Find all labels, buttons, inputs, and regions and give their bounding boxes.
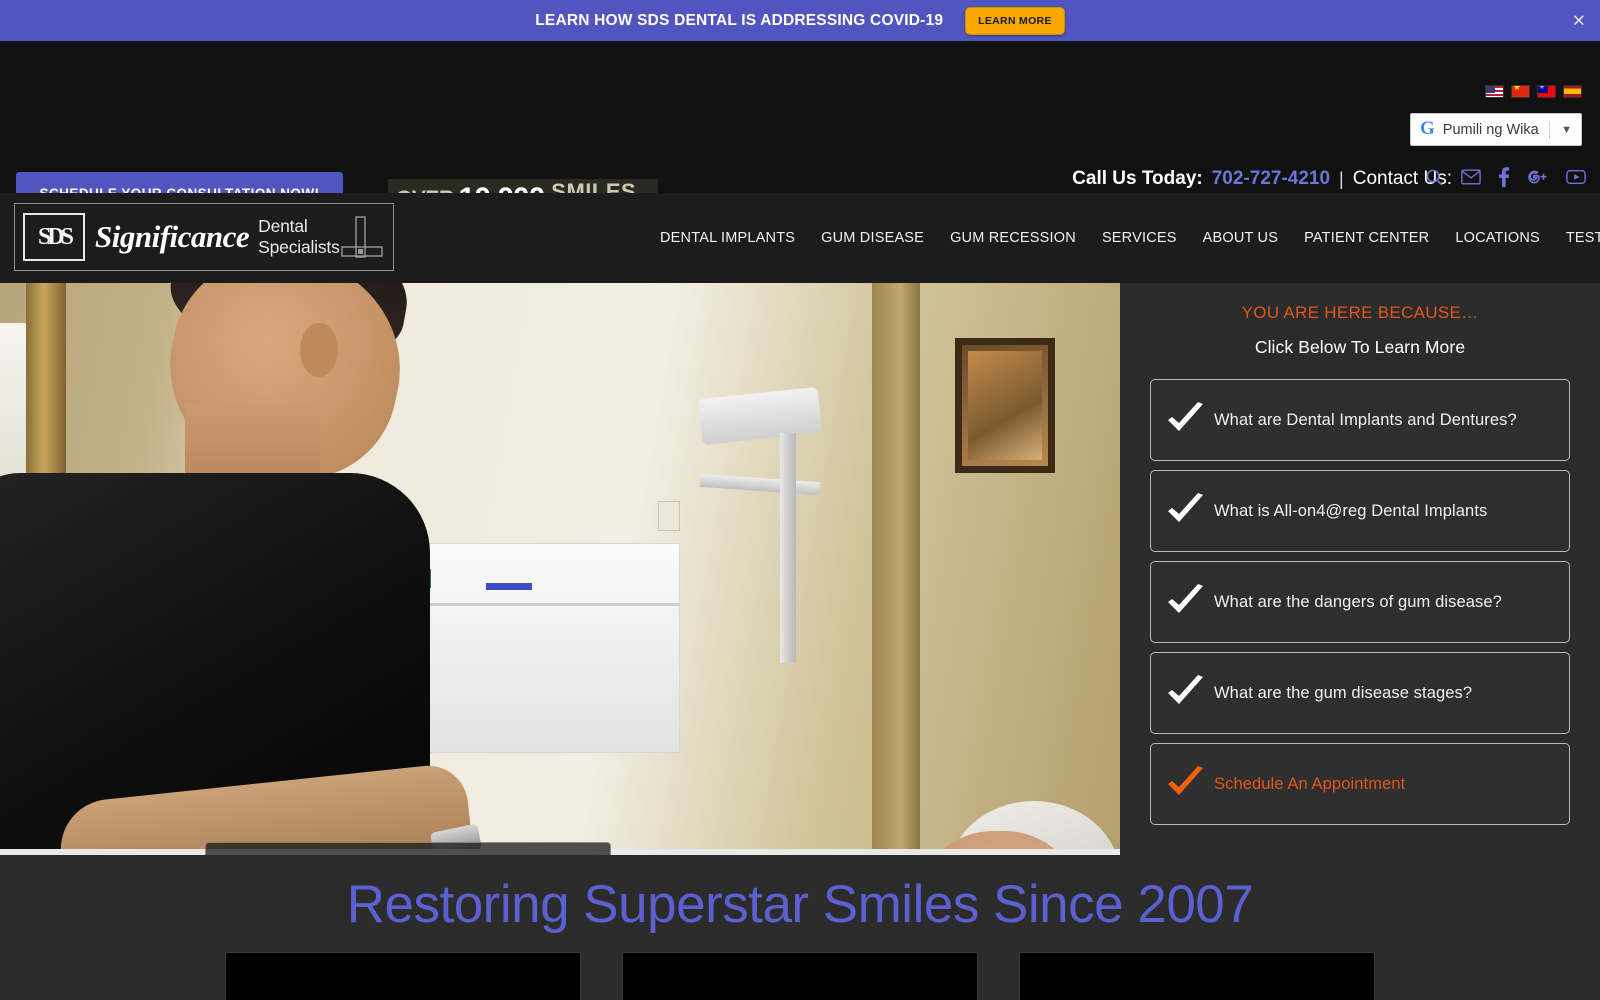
flag-spain-icon[interactable] — [1563, 85, 1582, 98]
divider — [1549, 120, 1551, 139]
lower-section: Restoring Superstar Smiles Since 2007 — [0, 855, 1600, 1000]
nav-links: DENTAL IMPLANTS GUM DISEASE GUM RECESSIO… — [660, 193, 1600, 283]
sidebar-subheading: Click Below To Learn More — [1254, 337, 1466, 357]
hero-video[interactable] — [0, 283, 1120, 855]
covid-banner-text: LEARN HOW SDS DENTAL IS ADDRESSING COVID… — [535, 11, 944, 29]
close-icon[interactable]: × — [1572, 12, 1586, 29]
video-card-row — [0, 952, 1600, 1000]
logo-subtitle-text: Dental Specialists — [258, 216, 340, 257]
learn-more-button[interactable]: LEARN MORE — [965, 6, 1065, 35]
nav-item-testimonials[interactable]: TESTIMONIALS — [1566, 230, 1600, 246]
logo-monogram-text: SDS — [37, 223, 74, 250]
site-logo[interactable]: SDS Significance Dental Specialists — [14, 203, 394, 271]
video-card-2[interactable] — [622, 952, 978, 1000]
sidebar-card-schedule-appointment[interactable]: Schedule An Appointment — [1150, 743, 1570, 825]
flag-china-icon[interactable] — [1511, 85, 1530, 98]
email-icon[interactable] — [1461, 169, 1481, 185]
search-icon[interactable] — [1425, 168, 1444, 187]
checkmark-icon — [1168, 493, 1203, 522]
checkmark-icon — [1168, 675, 1203, 704]
sidebar-card-all-on-4[interactable]: What is All-on4@reg Dental Implants — [1150, 470, 1570, 552]
nav-item-dental-implants[interactable]: DENTAL IMPLANTS — [660, 230, 795, 246]
translate-selected-language: Pumili ng Wika — [1442, 121, 1539, 138]
nav-item-patient-center[interactable]: PATIENT CENTER — [1304, 230, 1429, 246]
sidebar-card-label: Schedule An Appointment — [1214, 774, 1406, 793]
contact-line: Call Us Today: 702-727-4210 | Contact Us… — [1072, 168, 1452, 190]
google-icon: G — [1420, 118, 1435, 139]
main-navbar: SDS Significance Dental Specialists DENT… — [0, 193, 1600, 283]
facebook-icon[interactable] — [1498, 167, 1510, 187]
google-plus-icon[interactable] — [1527, 168, 1549, 186]
nav-item-services[interactable]: SERVICES — [1102, 230, 1177, 246]
youtube-icon[interactable] — [1566, 169, 1586, 185]
nav-item-locations[interactable]: LOCATIONS — [1455, 230, 1540, 246]
sidebar-card-label: What is All-on4@reg Dental Implants — [1214, 501, 1488, 520]
checkmark-icon — [1168, 766, 1203, 795]
flag-taiwan-icon[interactable] — [1537, 85, 1556, 98]
social-icons — [1425, 167, 1586, 187]
hero-scene-illustration — [0, 283, 1120, 855]
divider: | — [1339, 168, 1344, 189]
nav-item-about-us[interactable]: ABOUT US — [1203, 230, 1278, 246]
checkmark-icon — [1168, 584, 1203, 613]
google-translate-select[interactable]: G Pumili ng Wika ▼ — [1410, 113, 1582, 146]
utility-bar: G Pumili ng Wika ▼ SCHEDULE YOUR CONSULT… — [0, 41, 1600, 219]
sds-monogram-icon: SDS — [23, 213, 85, 261]
checkmark-icon — [1168, 402, 1203, 431]
hero-sidebar: YOU ARE HERE BECAUSE… Click Below To Lea… — [1120, 283, 1600, 855]
sidebar-heading: YOU ARE HERE BECAUSE… — [1241, 303, 1479, 322]
language-flags — [1485, 85, 1582, 98]
sidebar-card-label: What are the dangers of gum disease? — [1214, 592, 1502, 611]
section-title: Restoring Superstar Smiles Since 2007 — [346, 875, 1254, 934]
call-us-label: Call Us Today: — [1072, 168, 1203, 189]
nav-item-gum-recession[interactable]: GUM RECESSION — [950, 230, 1076, 246]
phone-link[interactable]: 702-727-4210 — [1212, 168, 1330, 190]
video-card-1[interactable] — [225, 952, 581, 1000]
flag-usa-icon[interactable] — [1485, 85, 1504, 98]
logo-script-text: Significance — [95, 219, 250, 254]
sidebar-card-gum-disease-stages[interactable]: What are the gum disease stages? — [1150, 652, 1570, 734]
sidebar-card-gum-disease-dangers[interactable]: What are the dangers of gum disease? — [1150, 561, 1570, 643]
sidebar-card-dental-implants[interactable]: What are Dental Implants and Dentures? — [1150, 379, 1570, 461]
hero-section: Dr Allen Huang – Award Winning Periodont… — [0, 283, 1600, 915]
chevron-down-icon: ▼ — [1561, 123, 1572, 136]
covid-banner: LEARN HOW SDS DENTAL IS ADDRESSING COVID… — [0, 0, 1600, 41]
sidebar-card-label: What are the gum disease stages? — [1214, 683, 1473, 702]
nav-item-gum-disease[interactable]: GUM DISEASE — [821, 230, 924, 246]
video-card-3[interactable] — [1019, 952, 1375, 1000]
sidebar-card-label: What are Dental Implants and Dentures? — [1214, 410, 1517, 429]
sidebar-link-list: What are Dental Implants and Dentures? W… — [1150, 379, 1570, 825]
